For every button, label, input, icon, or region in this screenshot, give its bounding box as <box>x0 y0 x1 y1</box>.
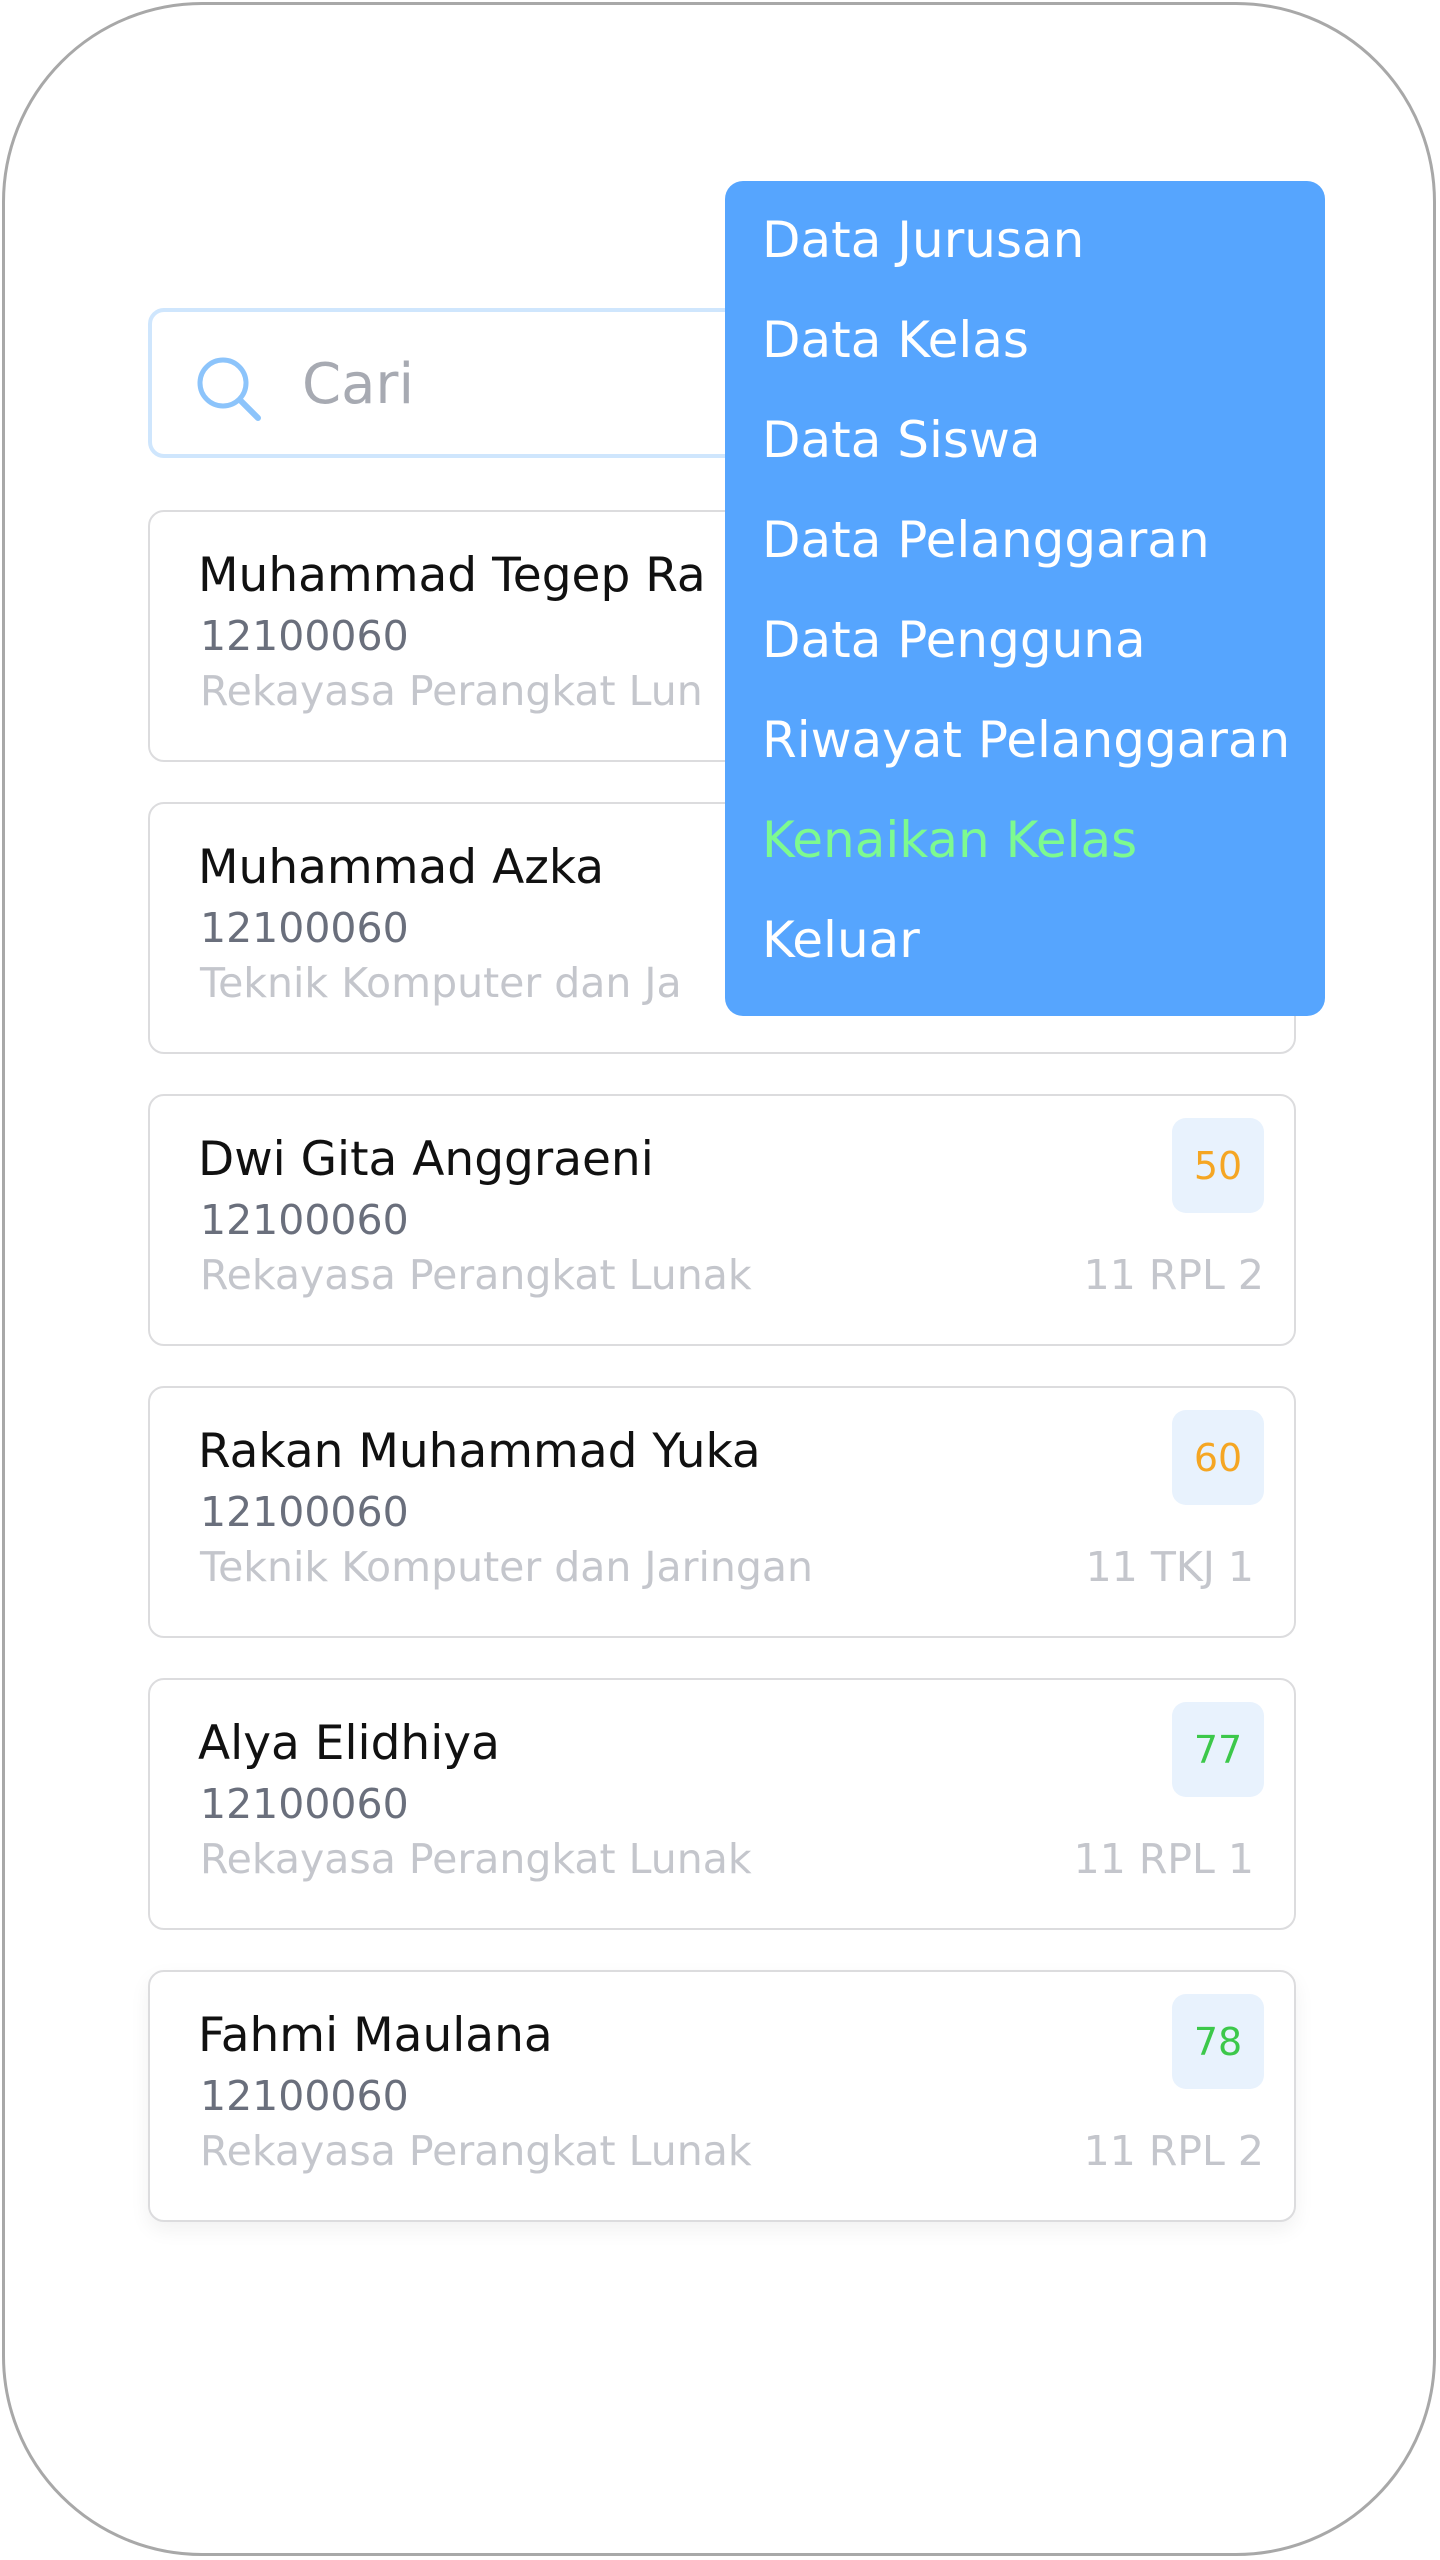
score-badge: 50 <box>1172 1118 1264 1213</box>
student-class: 11 RPL 2 <box>1083 1251 1264 1299</box>
menu-item-data-kelas[interactable]: Data Kelas <box>762 311 1029 369</box>
student-class: 11 RPL 1 <box>1073 1835 1254 1883</box>
student-major: Rekayasa Perangkat Lun <box>200 667 703 715</box>
student-name: Fahmi Maulana <box>198 2008 553 2063</box>
student-card[interactable]: Rakan Muhammad Yuka 12100060 Teknik Komp… <box>148 1386 1296 1638</box>
score-badge: 78 <box>1172 1994 1264 2089</box>
student-name: Muhammad Azka <box>198 840 605 895</box>
menu-item-data-siswa[interactable]: Data Siswa <box>762 411 1041 469</box>
student-nis: 12100060 <box>200 1780 409 1828</box>
student-card[interactable]: Alya Elidhiya 12100060 Rekayasa Perangka… <box>148 1678 1296 1930</box>
student-card[interactable]: Dwi Gita Anggraeni 12100060 Rekayasa Per… <box>148 1094 1296 1346</box>
student-name: Rakan Muhammad Yuka <box>198 1424 761 1479</box>
student-nis: 12100060 <box>200 904 409 952</box>
student-major: Teknik Komputer dan Jaringan <box>200 1543 814 1591</box>
student-name: Muhammad Tegep Ra <box>198 548 706 603</box>
student-major: Rekayasa Perangkat Lunak <box>200 1835 752 1883</box>
menu-item-data-jurusan[interactable]: Data Jurusan <box>762 211 1084 269</box>
student-major: Teknik Komputer dan Ja <box>200 959 682 1007</box>
student-nis: 12100060 <box>200 1488 409 1536</box>
menu-item-kenaikan-kelas[interactable]: Kenaikan Kelas <box>762 811 1137 869</box>
student-card[interactable]: Fahmi Maulana 12100060 Rekayasa Perangka… <box>148 1970 1296 2222</box>
student-nis: 12100060 <box>200 612 409 660</box>
student-nis: 12100060 <box>200 1196 409 1244</box>
score-badge: 77 <box>1172 1702 1264 1797</box>
student-nis: 12100060 <box>200 2072 409 2120</box>
student-name: Alya Elidhiya <box>198 1716 500 1771</box>
search-icon <box>197 357 261 421</box>
student-class: 11 TKJ 1 <box>1085 1543 1254 1591</box>
menu-item-data-pengguna[interactable]: Data Pengguna <box>762 611 1146 669</box>
menu-item-riwayat-pelanggaran[interactable]: Riwayat Pelanggaran <box>762 711 1290 769</box>
student-major: Rekayasa Perangkat Lunak <box>200 1251 752 1299</box>
student-major: Rekayasa Perangkat Lunak <box>200 2127 752 2175</box>
menu-item-data-pelanggaran[interactable]: Data Pelanggaran <box>762 511 1210 569</box>
menu-item-keluar[interactable]: Keluar <box>762 911 920 969</box>
student-class: 11 RPL 2 <box>1083 2127 1264 2175</box>
student-name: Dwi Gita Anggraeni <box>198 1132 654 1187</box>
phone-frame: Muhammad Tegep Ra 12100060 Rekayasa Pera… <box>2 2 1436 2556</box>
nav-dropdown-menu: Data Jurusan Data Kelas Data Siswa Data … <box>725 181 1325 1016</box>
score-badge: 60 <box>1172 1410 1264 1505</box>
